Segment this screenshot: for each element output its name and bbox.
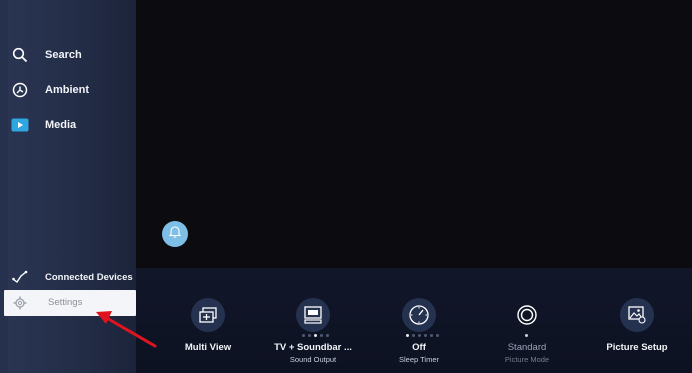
page-dot (320, 334, 323, 337)
multi-view-icon (191, 298, 225, 332)
sidebar: Search Ambient Media Connected Devices (8, 0, 136, 373)
quick-setting-multi-view[interactable]: Multi View (158, 268, 258, 373)
page-dots (302, 334, 329, 337)
quick-setting-label: TV + Soundbar ... (274, 342, 352, 353)
media-play-icon (10, 115, 30, 135)
page-dot-active (314, 334, 317, 337)
page-dot (308, 334, 311, 337)
connected-devices-icon (10, 267, 30, 287)
page-dot-active (525, 334, 528, 337)
sidebar-item-label: Ambient (45, 84, 89, 96)
connected-devices-label: Connected Devices (45, 271, 133, 283)
quick-setting-label: Off (412, 342, 426, 353)
page-dot (302, 334, 305, 337)
picture-mode-icon (510, 298, 544, 332)
sidebar-item-ambient[interactable]: Ambient (8, 76, 136, 104)
page-dot (424, 334, 427, 337)
page-dot (326, 334, 329, 337)
quick-setting-sound-output[interactable]: TV + Soundbar ... Sound Output (263, 268, 363, 373)
page-dot (418, 334, 421, 337)
quick-setting-sub: Picture Mode (504, 355, 550, 364)
quick-setting-label: Picture Setup (606, 342, 668, 353)
page-dot (430, 334, 433, 337)
sidebar-item-settings[interactable]: Settings (4, 290, 136, 316)
content-area (136, 0, 692, 268)
sidebar-item-media[interactable]: Media (8, 111, 136, 139)
page-dot-active (406, 334, 409, 337)
page-dots (525, 334, 528, 337)
page-dot (436, 334, 439, 337)
tv-soundbar-icon (296, 298, 330, 332)
quick-setting-picture-mode[interactable]: Standard Picture Mode (477, 268, 577, 373)
gear-icon (10, 293, 30, 313)
quick-settings-bar: Multi View TV + Soundbar ... Sound Outpu… (136, 268, 692, 373)
quick-setting-label: Multi View (184, 342, 232, 353)
sidebar-item-search[interactable]: Search (8, 41, 136, 69)
bell-icon (168, 225, 182, 243)
quick-setting-sub: Sleep Timer (398, 355, 440, 364)
picture-setup-icon (620, 298, 654, 332)
settings-label: Settings (48, 297, 83, 308)
notification-button[interactable] (162, 221, 188, 247)
quick-setting-sub: Sound Output (289, 355, 337, 364)
page-dots (406, 334, 439, 337)
sidebar-item-label: Search (45, 49, 82, 61)
quick-setting-sleep-timer[interactable]: Off Sleep Timer (369, 268, 469, 373)
sidebar-item-connected-devices[interactable]: Connected Devices (8, 263, 136, 291)
ambient-icon (10, 80, 30, 100)
sleep-timer-icon (402, 298, 436, 332)
quick-setting-picture-setup[interactable]: Picture Setup (587, 268, 687, 373)
search-icon (10, 45, 30, 65)
sidebar-item-label: Media (45, 119, 77, 131)
quick-setting-label: Standard (507, 342, 547, 353)
page-dot (412, 334, 415, 337)
left-edge-strip (0, 0, 8, 373)
